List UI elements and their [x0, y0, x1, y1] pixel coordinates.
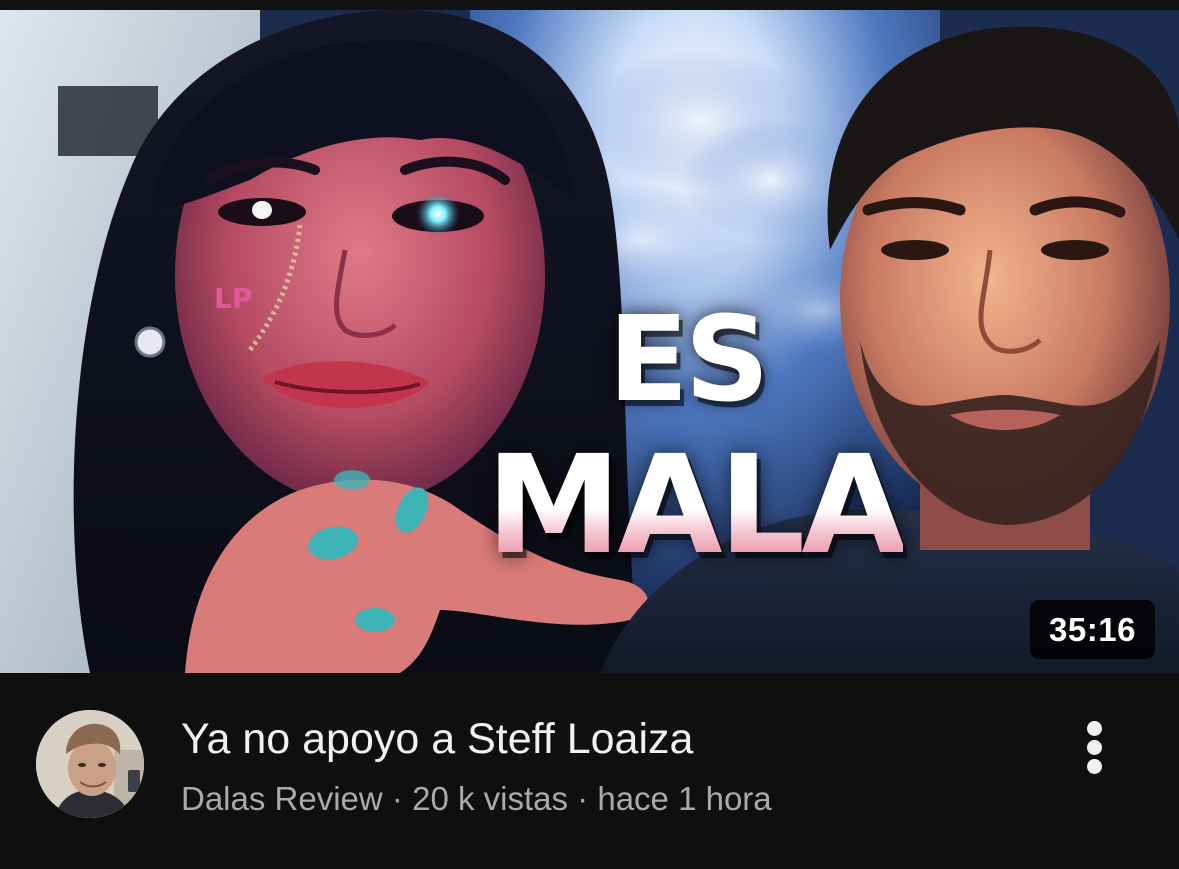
thumbnail-artwork: LP [0, 10, 1179, 673]
video-meta-row: Ya no apoyo a Steff Loaiza Dalas Review … [0, 673, 1179, 869]
more-icon-dot [1087, 759, 1102, 774]
video-metadata: Dalas Review · 20 k vistas · hace 1 hora [181, 777, 772, 821]
video-title[interactable]: Ya no apoyo a Steff Loaiza [181, 714, 693, 764]
svg-text:LP: LP [214, 282, 252, 315]
more-icon-dot [1087, 740, 1102, 755]
channel-avatar[interactable] [36, 710, 144, 818]
separator-dot: · [391, 780, 403, 817]
more-options-button[interactable] [1068, 713, 1122, 779]
separator-dot: · [577, 780, 589, 817]
duration-badge: 35:16 [1030, 600, 1155, 659]
top-divider [0, 0, 1179, 10]
upload-age: hace 1 hora [597, 780, 772, 817]
metadata-separator: · [577, 780, 597, 817]
video-card: LP ES 35:16 Ya no apoyo a Steff Loaiza D… [0, 0, 1179, 869]
more-icon-dot [1087, 721, 1102, 736]
avatar-image [36, 710, 144, 818]
view-count: 20 k vistas [412, 780, 568, 817]
video-thumbnail[interactable]: LP ES 35:16 [0, 10, 1179, 673]
metadata-separator: · [392, 780, 412, 817]
channel-name[interactable]: Dalas Review [181, 780, 383, 817]
